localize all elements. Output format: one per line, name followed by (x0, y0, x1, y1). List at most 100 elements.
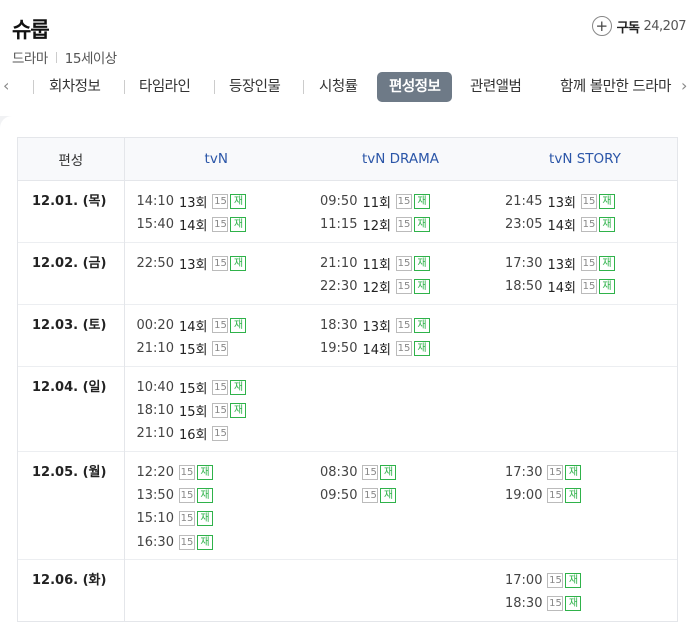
age-rating-badge: 15 (212, 402, 229, 418)
schedule-row: 12.04. (일) 10:40 15회 15 재 18:10 15회 15 재 21:10 16회… (18, 365, 677, 451)
age-rating-badge: 15 (212, 193, 229, 209)
rerun-badge: 재 (598, 255, 615, 271)
subscribe-count: 24,207 (643, 18, 687, 34)
age-rating-badge: 15 (178, 534, 195, 550)
rerun-badge: 재 (565, 487, 582, 503)
schedule-cell (493, 303, 677, 366)
episode-number: 12회 (362, 280, 391, 296)
schedule-cell (124, 558, 308, 621)
subscribe-button[interactable]: + 구독 24,207 (591, 16, 687, 36)
age-rating-label: 15세이상 (64, 51, 117, 67)
rerun-badge: 재 (598, 216, 615, 232)
broadcast-time: 21:10 (136, 340, 174, 356)
episode-number: 13회 (547, 195, 576, 211)
schedule-date: 12.05. (월) (18, 450, 125, 559)
broadcast-time: 09:50 (320, 487, 358, 503)
tab-albums[interactable]: 관련앨범 (470, 72, 522, 102)
schedule-cell: 12:20 15 재 13:50 15 재 15:10 15 재 16:30 15 재 (124, 450, 309, 559)
schedule-date: 12.04. (일) (18, 365, 125, 451)
broadcast-entry: 18:30 13회 15 재 (320, 314, 493, 337)
tab-ratings[interactable]: 시청률 (319, 72, 358, 102)
schedule-cell: 00:20 14회 15 재 21:10 15회 15 (124, 303, 309, 366)
broadcast-entry: 17:30 15 재 (505, 461, 677, 484)
age-rating-badge: 15 (547, 572, 564, 588)
episode-number: 12회 (362, 218, 391, 234)
schedule-cell: 17:30 15 재 19:00 15 재 (493, 450, 677, 559)
broadcast-time: 13:50 (136, 487, 174, 503)
header-date: 편성 (18, 138, 125, 181)
age-rating-badge: 15 (212, 317, 229, 333)
schedule-cell: 21:45 13회 15 재 23:05 14회 15 재 (493, 180, 677, 242)
broadcast-time: 08:30 (320, 464, 358, 480)
broadcast-entry: 09:50 15 재 (320, 484, 493, 507)
broadcast-entry: 18:10 15회 15 재 (137, 399, 309, 422)
broadcast-time: 21:10 (320, 255, 358, 271)
tab-divider (303, 80, 304, 94)
schedule-cell: 17:30 13회 15 재 18:50 14회 15 재 (493, 241, 677, 304)
broadcast-time: 18:50 (505, 278, 543, 294)
broadcast-entry: 23:05 14회 15 재 (505, 213, 677, 236)
schedule-row: 12.03. (토) 00:20 14회 15 재 21:10 15회 15 18:30 13회 1… (18, 303, 677, 366)
rerun-badge: 재 (230, 379, 247, 395)
episode-number: 13회 (547, 257, 576, 273)
broadcast-time: 00:20 (136, 317, 174, 333)
broadcast-time: 18:30 (505, 595, 543, 611)
tab-divider (214, 80, 215, 94)
schedule-row: 12.05. (월) 12:20 15 재 13:50 15 재 15:10 15 재 16:30 1… (18, 450, 677, 559)
broadcast-time: 22:30 (320, 278, 358, 294)
broadcast-time: 17:30 (505, 255, 543, 271)
rerun-badge: 재 (196, 534, 213, 550)
rerun-badge: 재 (413, 317, 430, 333)
broadcast-time: 14:10 (136, 193, 174, 209)
broadcast-entry: 17:30 13회 15 재 (505, 252, 677, 275)
broadcast-time: 21:45 (505, 193, 543, 209)
schedule-cell: 18:30 13회 15 재 19:50 14회 15 재 (308, 303, 493, 366)
broadcast-time: 21:10 (136, 426, 174, 442)
episode-number: 14회 (178, 319, 208, 335)
schedule-date: 12.03. (토) (18, 303, 125, 366)
age-rating-badge: 15 (580, 193, 597, 209)
tab-cast[interactable]: 등장인물 (229, 72, 281, 102)
schedule-cell: 09:50 11회 15 재 11:15 12회 15 재 (308, 180, 493, 242)
broadcast-entry: 21:45 13회 15 재 (505, 190, 677, 213)
episode-number: 14회 (362, 342, 391, 358)
rerun-badge: 재 (413, 216, 430, 232)
broadcast-entry: 08:30 15 재 (320, 461, 493, 484)
schedule-header-row: 편성 tvN tvN DRAMA tvN STORY (18, 138, 677, 181)
schedule-table: 편성 tvN tvN DRAMA tvN STORY 12.01. (목) 14:… (17, 137, 678, 622)
tab-recommended[interactable]: 함께 볼만한 드라마 (560, 72, 671, 102)
schedule-cell: 08:30 15 재 09:50 15 재 (308, 450, 493, 559)
broadcast-entry: 16:30 15 재 (137, 530, 309, 553)
schedule-date: 12.02. (금) (18, 241, 125, 304)
episode-number: 13회 (362, 319, 391, 335)
rerun-badge: 재 (565, 464, 582, 480)
tab-episodes[interactable]: 회차정보 (49, 72, 101, 102)
age-rating-badge: 15 (395, 216, 412, 232)
header-channel-tvn-drama: tvN DRAMA (308, 138, 493, 181)
schedule-row: 12.06. (화) 17:00 15 재 18:30 15 재 (18, 558, 677, 621)
broadcast-time: 10:40 (136, 379, 174, 395)
tab-timeline[interactable]: 타임라인 (139, 72, 191, 102)
tab-overflow: 함께 볼만한 드라마 (548, 72, 676, 102)
age-rating-badge: 15 (212, 340, 229, 356)
broadcast-entry: 22:30 12회 15 재 (320, 275, 493, 298)
meta-divider (55, 51, 57, 63)
episode-number: 15회 (178, 404, 208, 420)
age-rating-badge: 15 (178, 487, 195, 503)
age-rating-badge: 15 (362, 464, 379, 480)
episode-number: 16회 (178, 428, 208, 444)
rerun-badge: 재 (230, 193, 247, 209)
tab-schedule[interactable]: 편성정보 (377, 72, 453, 102)
broadcast-entry: 18:30 15 재 (505, 592, 677, 615)
broadcast-time: 17:30 (505, 464, 543, 480)
genre-label[interactable]: 드라마 (12, 47, 48, 67)
broadcast-entry: 19:50 14회 15 재 (320, 337, 493, 360)
broadcast-entry: 21:10 15회 15 (137, 337, 309, 360)
age-rating-badge: 15 (395, 317, 412, 333)
rerun-badge: 재 (413, 193, 430, 209)
chevron-left-icon[interactable]: ‹ (3, 76, 9, 95)
schedule-row: 12.01. (목) 14:10 13회 15 재 15:40 14회 15 재 09:50 11회… (18, 180, 677, 242)
chevron-right-icon[interactable]: › (681, 76, 687, 95)
broadcast-entry: 17:00 15 재 (505, 569, 677, 592)
broadcast-entry: 13:50 15 재 (137, 484, 309, 507)
